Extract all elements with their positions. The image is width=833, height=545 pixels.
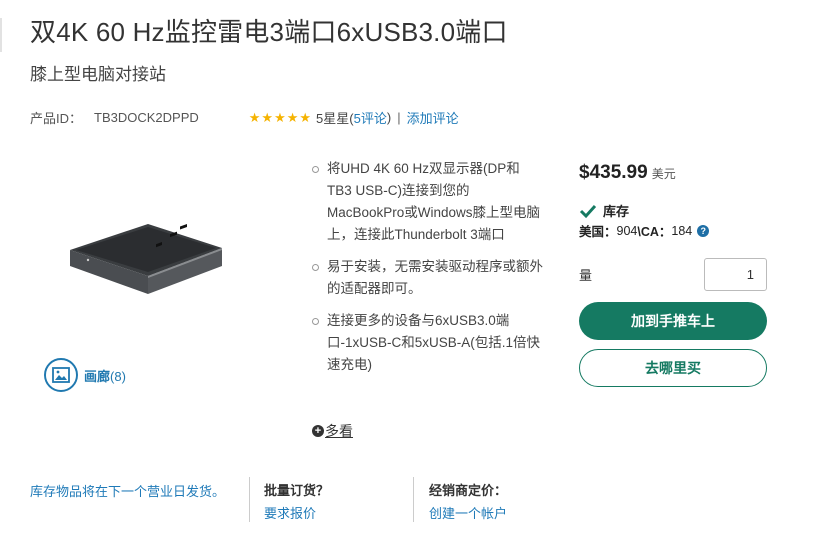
left-rule — [0, 18, 2, 52]
page-title: 双4K 60 Hz监控雷电3端口6xUSB3.0端口 — [30, 17, 508, 47]
feature-text: 易于安装，无需安装驱动程序或额外的适配器即可。 — [327, 259, 543, 296]
shipping-note: 库存物品将在下一个营业日发货。 — [30, 484, 226, 499]
gallery-count: (8) — [110, 368, 126, 384]
stock-ca-count: 184 — [671, 223, 693, 238]
plus-circle-icon: + — [312, 425, 324, 437]
feature-item: 连接更多的设备与6xUSB3.0端口-1xUSB-C和5xUSB-A(包括.1倍… — [312, 310, 544, 376]
see-more-label: 多看 — [325, 423, 353, 439]
product-meta-row: 产品ID： TB3DOCK2DPPD ★ ★ ★ ★ ★ 5星星(5评论) | … — [30, 107, 459, 127]
rating-stars[interactable]: ★ ★ ★ ★ ★ — [249, 111, 312, 124]
create-account-link[interactable]: 创建一个帐户 — [429, 503, 507, 522]
rating-text: 5星星( — [316, 110, 354, 126]
footer-divider — [413, 477, 414, 522]
separator: | — [397, 109, 401, 125]
rating-close: ) — [386, 109, 392, 125]
quantity-label: 量 — [579, 268, 593, 283]
where-to-buy-button[interactable]: 去哪里买 — [579, 349, 767, 387]
gallery-circle — [44, 358, 78, 392]
star-icon: ★ — [274, 109, 286, 125]
feature-item: 易于安装，无需安装驱动程序或额外的适配器即可。 — [312, 256, 544, 300]
help-icon[interactable]: ? — [697, 224, 710, 237]
request-quote-link[interactable]: 要求报价 — [264, 503, 329, 522]
product-image[interactable] — [66, 222, 224, 296]
image-gallery-icon — [52, 367, 70, 383]
gallery-button[interactable]: 画廊(8) — [44, 358, 126, 392]
feature-item: 将UHD 4K 60 Hz双显示器(DP和TB3 USB-C)连接到您的MacB… — [312, 158, 544, 246]
stock-us-count: 904 — [616, 223, 638, 238]
currency: 美元 — [651, 167, 676, 181]
gallery-label: 画廊(8) — [84, 366, 126, 385]
stock-us-label: 美国： — [579, 225, 617, 239]
stock-label: 库存 — [603, 204, 630, 219]
feature-list: 将UHD 4K 60 Hz双显示器(DP和TB3 USB-C)连接到您的MacB… — [312, 158, 544, 386]
add-to-cart-button[interactable]: 加到手推车上 — [579, 302, 767, 340]
product-id-label: 产品ID： — [30, 110, 83, 126]
product-id-value: TB3DOCK2DPPD — [94, 109, 199, 125]
star-icon: ★ — [248, 109, 261, 125]
page-subtitle: 膝上型电脑对接站 — [30, 65, 166, 84]
reseller-heading: 经销商定价： — [429, 483, 508, 498]
quantity-input[interactable] — [704, 258, 767, 291]
reseller-block: 经销商定价： 创建一个帐户 — [429, 480, 507, 522]
bullet-icon — [312, 318, 319, 325]
review-count-link[interactable]: 5评论 — [354, 108, 387, 127]
feature-text: 连接更多的设备与6xUSB3.0端口-1xUSB-C和5xUSB-A(包括.1倍… — [327, 313, 541, 372]
bullet-icon — [312, 166, 319, 173]
bulk-order-block: 批量订货？ 要求报价 — [264, 480, 329, 522]
stock-detail: 美国： 904 \CA： 184 ? — [579, 221, 710, 240]
stock-status: 库存 — [579, 201, 629, 220]
bulk-order-heading: 批量订货？ — [264, 483, 330, 498]
stock-ca-label: \CA： — [637, 225, 672, 239]
check-icon — [579, 204, 597, 218]
star-icon: ★ — [299, 109, 312, 125]
star-icon: ★ — [261, 109, 274, 125]
bullet-icon — [312, 264, 319, 271]
footer-divider — [249, 477, 250, 522]
gallery-label-text: 画廊 — [84, 368, 111, 384]
star-icon: ★ — [286, 109, 299, 125]
see-more-link[interactable]: + 多看 — [312, 421, 353, 441]
price: $435.99 — [579, 162, 648, 183]
feature-text: 将UHD 4K 60 Hz双显示器(DP和TB3 USB-C)连接到您的MacB… — [327, 161, 541, 242]
price-row: $435.99 美元 — [579, 162, 676, 184]
add-review-link[interactable]: 添加评论 — [407, 108, 459, 127]
